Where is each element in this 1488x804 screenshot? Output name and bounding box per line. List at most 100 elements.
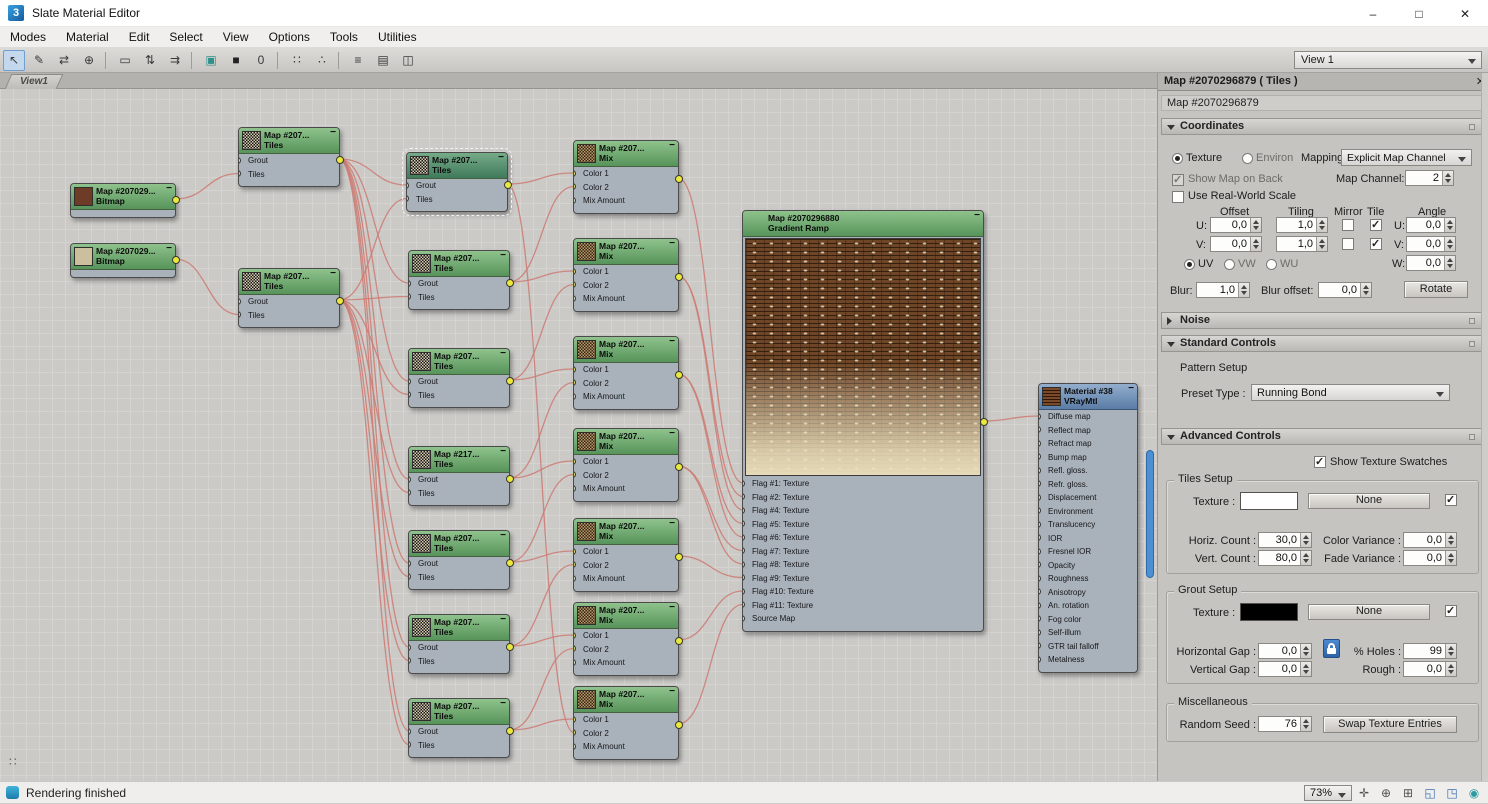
graph-node-tiles[interactable]: Map #207... Tiles − Grout Tiles: [408, 348, 514, 408]
spinner-arrows[interactable]: [1445, 533, 1456, 547]
node-header[interactable]: Map #207... Mix −: [574, 428, 678, 455]
canvas-nav-icon[interactable]: ∷: [9, 755, 17, 769]
node-slot[interactable]: Flag #4: Texture: [743, 504, 983, 518]
input-socket[interactable]: [574, 658, 576, 666]
pan-to-selection-icon[interactable]: ◉: [1464, 784, 1484, 802]
node-slot[interactable]: Diffuse map: [1039, 410, 1137, 424]
use-real-world-scale-checkbox[interactable]: [1172, 191, 1184, 203]
spinner-arrows[interactable]: [1300, 533, 1311, 547]
input-socket[interactable]: [239, 297, 241, 305]
input-socket[interactable]: [1039, 453, 1041, 460]
node-slot[interactable]: Refl. gloss.: [1039, 464, 1137, 478]
node-header[interactable]: Map #207029... Bitmap −: [71, 243, 175, 270]
node-header[interactable]: Map #207... Mix −: [574, 686, 678, 713]
vw-radio[interactable]: [1224, 259, 1235, 270]
horiz-count-spinner[interactable]: 30,0: [1258, 532, 1312, 548]
show-background-icon[interactable]: ■: [225, 50, 247, 71]
collapse-icon[interactable]: −: [1128, 383, 1134, 394]
blur-spinner[interactable]: 1,0: [1196, 282, 1250, 298]
graph-node-mix[interactable]: Map #207... Mix − Color 1 Color 2 Mix Amount: [573, 238, 683, 312]
input-socket[interactable]: [743, 533, 745, 541]
color-variance-spinner[interactable]: 0,0: [1403, 532, 1457, 548]
node-slot[interactable]: Grout: [407, 179, 507, 193]
input-socket[interactable]: [574, 631, 576, 639]
node-slot[interactable]: Displacement: [1039, 491, 1137, 505]
zoom-level-combo[interactable]: 73%: [1304, 785, 1352, 801]
graph-node-mix[interactable]: Map #207... Mix − Color 1 Color 2 Mix Amount: [573, 336, 683, 410]
input-socket[interactable]: [574, 715, 576, 723]
node-slot[interactable]: Mix Amount: [574, 292, 678, 306]
input-socket[interactable]: [1039, 426, 1041, 433]
node-slot[interactable]: Grout: [239, 295, 339, 309]
input-socket[interactable]: [574, 547, 576, 555]
output-socket[interactable]: [506, 559, 514, 567]
collapse-icon[interactable]: −: [669, 140, 675, 151]
render-preview-icon[interactable]: ∷: [286, 50, 308, 71]
pan-hand-icon[interactable]: ✛: [1354, 784, 1374, 802]
input-socket[interactable]: [574, 183, 576, 190]
input-socket[interactable]: [574, 729, 576, 736]
collapse-icon[interactable]: −: [669, 238, 675, 249]
node-slot[interactable]: Color 1: [574, 265, 678, 279]
node-slot[interactable]: Color 2: [574, 559, 678, 573]
graph-node-tiles[interactable]: Map #207... Tiles − Grout Tiles: [408, 530, 514, 590]
node-slot[interactable]: Color 2: [574, 377, 678, 391]
maximize-button[interactable]: □: [1396, 0, 1442, 27]
node-slot[interactable]: Mix Amount: [574, 656, 678, 670]
graph-node-mix[interactable]: Map #207... Mix − Color 1 Color 2 Mix Amount: [573, 140, 683, 214]
v-tile-checkbox[interactable]: [1370, 237, 1382, 250]
node-slot[interactable]: IOR: [1039, 532, 1137, 546]
input-socket[interactable]: [574, 294, 576, 302]
node-header[interactable]: Map #217... Tiles −: [409, 446, 509, 473]
collapse-icon[interactable]: −: [974, 210, 980, 221]
node-header[interactable]: Map #207... Mix −: [574, 518, 678, 545]
minimize-button[interactable]: –: [1350, 0, 1396, 27]
spinner-arrows[interactable]: [1445, 644, 1456, 658]
spinner-arrows[interactable]: [1250, 237, 1261, 251]
delete-selected-icon[interactable]: ▭: [114, 50, 136, 71]
hide-unused-nodeslots-icon[interactable]: ⇉: [164, 50, 186, 71]
output-socket[interactable]: [675, 463, 683, 471]
input-socket[interactable]: [574, 379, 576, 386]
graph-node-tiles[interactable]: Map #207... Tiles − Grout Tiles: [238, 268, 344, 328]
node-slot[interactable]: Tiles: [409, 739, 509, 753]
show-texture-swatches-checkbox[interactable]: [1314, 455, 1326, 468]
collapse-icon[interactable]: −: [500, 348, 506, 359]
input-socket[interactable]: [574, 484, 576, 492]
u-angle-spinner[interactable]: 0,0: [1406, 217, 1456, 233]
node-slot[interactable]: Color 1: [574, 167, 678, 181]
assign-material-to-selection-icon[interactable]: ⊕: [78, 50, 100, 71]
vert-count-spinner[interactable]: 80,0: [1258, 550, 1312, 566]
wu-radio[interactable]: [1266, 259, 1277, 270]
node-slot[interactable]: Flag #7: Texture: [743, 545, 983, 559]
rollout-standard-controls[interactable]: Standard Controls: [1161, 335, 1482, 352]
input-socket[interactable]: [409, 489, 411, 496]
spinner-arrows[interactable]: [1316, 218, 1327, 232]
node-slot[interactable]: Fog color: [1039, 613, 1137, 627]
menu-view[interactable]: View: [213, 27, 259, 47]
map-channel-spinner[interactable]: 2: [1405, 170, 1454, 186]
holes-spinner[interactable]: 99: [1403, 643, 1457, 659]
node-slot[interactable]: Flag #1: Texture: [743, 477, 983, 491]
node-slot[interactable]: Grout: [409, 473, 509, 487]
u-offset-spinner[interactable]: 0,0: [1210, 217, 1262, 233]
input-socket[interactable]: [407, 181, 409, 189]
output-socket[interactable]: [675, 637, 683, 645]
preset-type-combo[interactable]: Running Bond: [1251, 384, 1450, 401]
input-socket[interactable]: [743, 520, 745, 527]
menu-utilities[interactable]: Utilities: [368, 27, 427, 47]
spinner-arrows[interactable]: [1300, 551, 1311, 565]
node-slot[interactable]: Tiles: [409, 571, 509, 585]
input-socket[interactable]: [1039, 466, 1041, 474]
node-header[interactable]: Map #207029... Bitmap −: [71, 183, 175, 210]
menu-modes[interactable]: Modes: [0, 27, 56, 47]
graph-node-tiles[interactable]: Map #207... Tiles − Grout Tiles: [402, 148, 512, 216]
menu-tools[interactable]: Tools: [320, 27, 368, 47]
w-angle-spinner[interactable]: 0,0: [1406, 255, 1456, 271]
node-slot[interactable]: Tiles: [409, 389, 509, 403]
rotate-button[interactable]: Rotate: [1404, 281, 1468, 298]
input-socket[interactable]: [743, 506, 745, 514]
zoom-extents-selected-icon[interactable]: ◳: [1442, 784, 1462, 802]
node-slot[interactable]: Mix Amount: [574, 572, 678, 586]
rough-spinner[interactable]: 0,0: [1403, 661, 1457, 677]
